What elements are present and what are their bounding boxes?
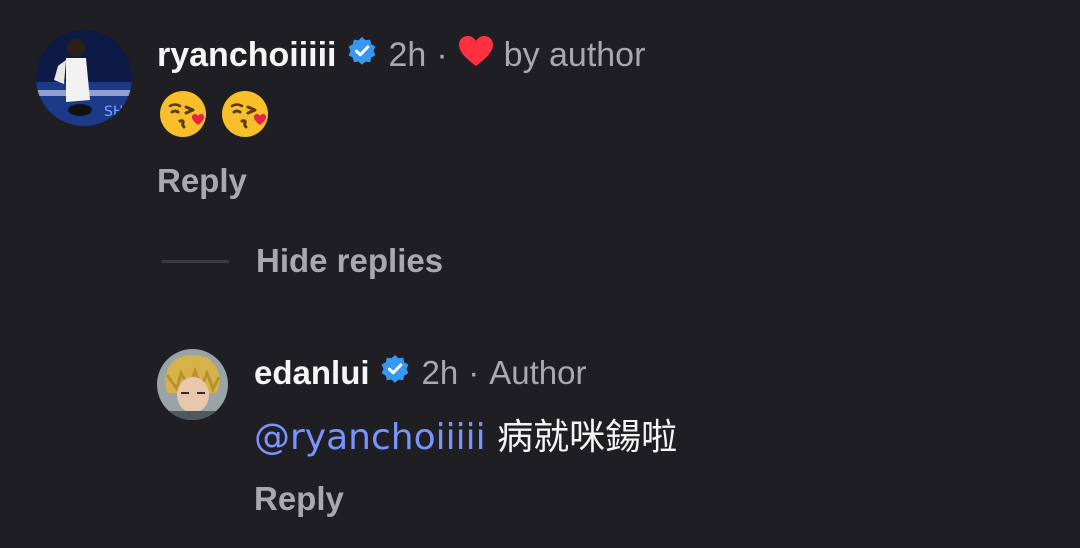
kissing-face-with-heart-icon <box>158 88 210 145</box>
reply-message: 病就咪鍚啦 <box>497 417 678 458</box>
svg-text:SH: SH <box>104 104 123 120</box>
mention-link[interactable]: @ryanchoiiiii <box>254 417 486 458</box>
reply-text: @ryanchoiiiii 病就咪鍚啦 <box>254 408 677 460</box>
comment-text <box>158 88 272 145</box>
separator-dot: · <box>468 354 480 391</box>
kissing-face-with-heart-icon <box>220 88 272 145</box>
avatar[interactable]: SH <box>36 30 132 126</box>
verified-badge-icon <box>380 354 410 392</box>
separator-dot: · <box>436 35 448 74</box>
hide-replies-button[interactable]: Hide replies <box>256 242 443 280</box>
comment-username[interactable]: ryanchoiiiii <box>157 36 337 75</box>
author-badge: Author <box>489 354 587 391</box>
reply-timestamp: 2h <box>421 354 459 391</box>
verified-badge-icon <box>347 36 377 75</box>
avatar[interactable] <box>157 349 228 420</box>
heart-icon <box>458 35 494 76</box>
reply-username[interactable]: edanlui <box>254 354 370 392</box>
reply-button[interactable]: Reply <box>254 480 344 518</box>
reply-button[interactable]: Reply <box>157 162 247 200</box>
thread-divider <box>162 260 229 263</box>
comment-timestamp: 2h <box>388 35 427 74</box>
liked-by-author-label: by author <box>503 35 646 74</box>
